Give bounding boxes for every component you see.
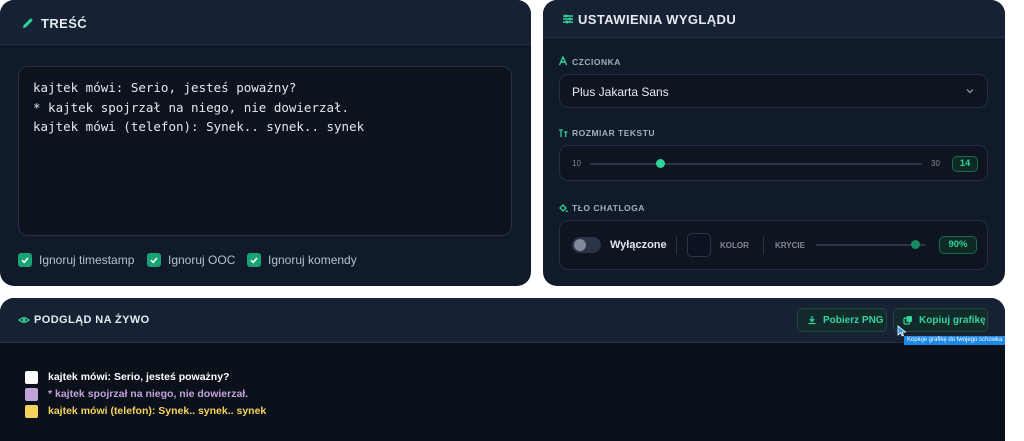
toggle-knob [574,239,586,251]
content-panel: TREŚĆ kajtek mówi: Serio, jesteś poważny… [0,0,531,286]
color-swatch[interactable] [687,233,711,257]
background-control: Wyłączone KOLOR KRYCIE 90% [559,220,988,270]
font-icon [558,56,568,66]
content-panel-title: TREŚĆ [41,16,88,31]
color-square [25,387,38,401]
color-square [25,404,38,418]
opacity-value: 90% [939,236,977,254]
opacity-slider-thumb[interactable] [910,240,920,249]
paint-bucket-icon [559,204,568,213]
preview-panel: PODGLĄD NA ŻYWO Pobierz PNG Kopiuj grafi… [0,298,1005,441]
text-size-icon [559,129,568,137]
preview-panel-header: PODGLĄD NA ŻYWO Pobierz PNG Kopiuj grafi… [0,298,1005,343]
mouse-cursor-icon [897,325,907,337]
text-size-min: 10 [572,159,581,168]
ignore-timestamp-checkbox[interactable]: Ignoruj timestamp [18,252,134,268]
preview-line-text: kajtek mówi: Serio, jesteś poważny? [48,371,230,383]
settings-panel: USTAWIENIA WYGLĄDU CZCIONKA Plus Jakarta… [543,0,1005,286]
background-toggle-label: Wyłączone [610,239,667,251]
divider [763,236,764,254]
copy-image-button[interactable]: Kopiuj grafikę [893,308,988,332]
opacity-slider-track[interactable] [816,244,926,246]
checkbox-label: Ignoruj timestamp [39,253,135,267]
checkbox-label: Ignoruj komendy [268,253,357,267]
content-panel-header: TREŚĆ [0,0,531,45]
ignore-ooc-checkbox[interactable]: Ignoruj OOC [147,252,235,268]
preview-line: * kajtek spojrzał na niego, nie dowierza… [25,387,248,401]
font-select-value: Plus Jakarta Sans [572,85,669,99]
copy-icon [903,316,912,325]
eye-icon [18,317,30,323]
text-size-label: ROZMIAR TEKSTU [572,128,656,138]
color-label: KOLOR [720,241,749,250]
checkmark-icon [18,253,32,267]
download-icon [808,316,816,325]
font-select[interactable]: Plus Jakarta Sans [559,74,988,108]
preview-line-text: kajtek mówi (telefon): Synek.. synek.. s… [48,405,267,417]
opacity-label: KRYCIE [775,241,805,250]
preview-line-text: * kajtek spojrzał na niego, nie dowierza… [48,388,249,400]
preview-line: kajtek mówi: Serio, jesteś poważny? [25,370,229,384]
background-toggle[interactable] [572,237,601,253]
sliders-icon [563,14,573,24]
text-size-control: 10 30 14 [559,145,988,181]
settings-panel-header: USTAWIENIA WYGLĄDU [543,0,1005,38]
ignore-commands-checkbox[interactable]: Ignoruj komendy [247,252,357,268]
checkbox-label: Ignoruj OOC [168,253,236,267]
text-size-slider-track[interactable] [590,163,922,165]
copy-image-label: Kopiuj grafikę [919,314,986,326]
preview-line: kajtek mówi (telefon): Synek.. synek.. s… [25,404,266,418]
checkmark-icon [247,253,261,267]
pencil-icon [23,18,33,28]
chatlog-line: kajtek mówi: Serio, jesteś poważny? [33,80,297,95]
download-png-button[interactable]: Pobierz PNG [797,308,887,332]
text-size-slider-thumb[interactable] [656,159,665,168]
settings-panel-title: USTAWIENIA WYGLĄDU [578,12,737,27]
preview-panel-title: PODGLĄD NA ŻYWO [34,314,150,326]
download-png-label: Pobierz PNG [823,314,884,326]
background-label: TŁO CHATLOGA [572,203,645,213]
chevron-down-icon [966,89,974,94]
text-size-value: 14 [952,156,978,172]
text-size-max: 30 [931,159,940,168]
chatlog-textarea[interactable]: kajtek mówi: Serio, jesteś poważny? * ka… [18,66,512,236]
chatlog-line: * kajtek spojrzał na niego, nie dowierza… [33,99,350,115]
checkmark-icon [147,253,161,267]
font-label: CZCIONKA [572,57,621,67]
copy-tooltip: Kopiuje grafikę do twojego schowka [904,336,1006,345]
chatlog-line: kajtek mówi (telefon): Synek.. synek.. s… [33,119,365,134]
color-square [25,370,38,384]
divider [676,236,677,254]
